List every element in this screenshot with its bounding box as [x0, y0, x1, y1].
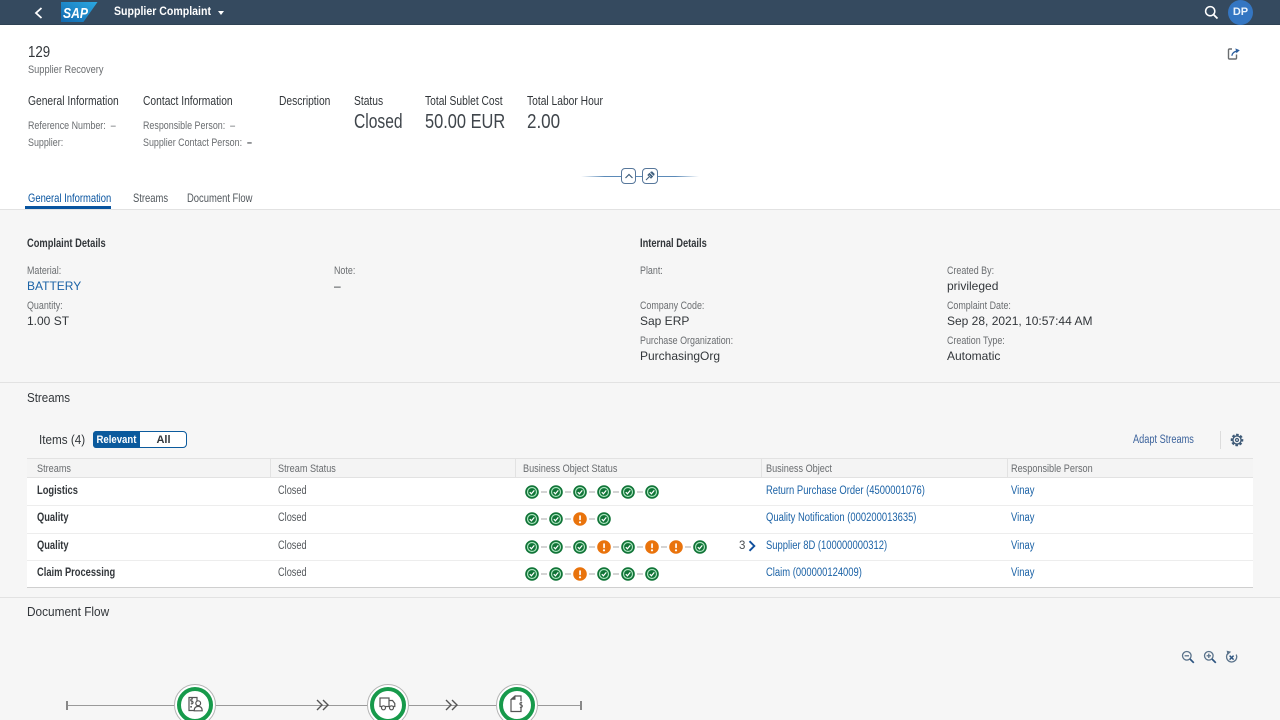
svg-text:SAP: SAP [63, 6, 88, 22]
